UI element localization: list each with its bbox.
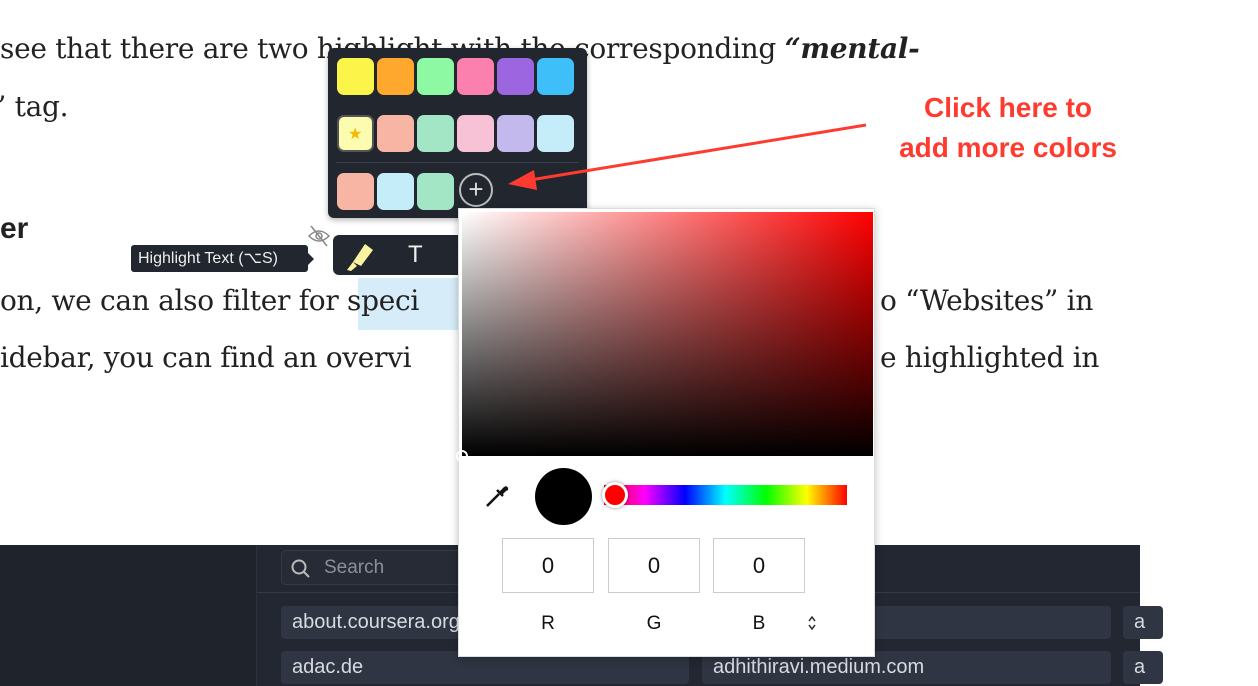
sidebar: [0, 545, 257, 686]
color-swatch[interactable]: [537, 58, 574, 95]
red-input[interactable]: 0: [502, 538, 594, 593]
search-input[interactable]: Search: [281, 550, 481, 585]
article-line-3a: on, we can also filter for speci: [0, 284, 419, 317]
article-line-4b: e highlighted in: [880, 341, 1100, 374]
color-swatch[interactable]: [457, 58, 494, 95]
article-line-4a: idebar, you can find an overvi: [0, 341, 412, 374]
color-swatch[interactable]: [377, 58, 414, 95]
hue-slider[interactable]: [604, 485, 847, 505]
text-tool-button[interactable]: T: [408, 241, 423, 269]
eye-slash-icon[interactable]: [306, 223, 332, 249]
highlighter-icon[interactable]: [343, 240, 377, 272]
annotation-callout: Click here to add more colors: [860, 88, 1156, 168]
green-input[interactable]: 0: [608, 538, 700, 593]
up-down-chevron-icon[interactable]: [807, 614, 817, 632]
color-swatch[interactable]: [457, 115, 494, 152]
section-heading: er: [0, 212, 29, 245]
current-color-preview: [535, 468, 592, 525]
color-palette: ★ +: [328, 48, 587, 218]
red-label: R: [541, 613, 555, 634]
website-chip[interactable]: a: [1123, 606, 1163, 639]
star-icon: ★: [348, 126, 363, 143]
tag-text: “mental-: [784, 32, 920, 65]
color-picker: 0 0 0 R G B: [456, 208, 875, 657]
blue-label: B: [752, 613, 766, 634]
divider: [336, 162, 579, 163]
article-line-3b: o “Websites” in: [880, 284, 1094, 317]
color-swatch[interactable]: [417, 173, 454, 210]
blue-input[interactable]: 0: [713, 538, 805, 593]
green-label: G: [646, 613, 662, 634]
website-chip[interactable]: a: [1123, 651, 1163, 684]
annotation-line: Click here to: [923, 92, 1093, 123]
color-cursor[interactable]: [456, 450, 468, 462]
search-placeholder: Search: [324, 557, 385, 578]
article-line-2: ” tag.: [0, 90, 69, 123]
highlight-toolbar: T: [333, 235, 473, 275]
add-color-button[interactable]: +: [459, 173, 493, 207]
color-swatch[interactable]: [337, 173, 374, 210]
search-icon: [291, 559, 310, 578]
color-swatch[interactable]: [497, 115, 534, 152]
saturation-value-area[interactable]: [462, 212, 873, 456]
color-swatch[interactable]: [417, 58, 454, 95]
color-swatch[interactable]: [497, 58, 534, 95]
color-swatch[interactable]: [337, 58, 374, 95]
color-swatch[interactable]: [377, 115, 414, 152]
color-swatch[interactable]: [417, 115, 454, 152]
hue-slider-handle[interactable]: [602, 482, 628, 508]
color-swatch[interactable]: ★: [337, 115, 374, 152]
annotation-line: add more colors: [899, 132, 1117, 163]
tooltip: Highlight Text (⌥S): [131, 245, 314, 272]
color-swatch[interactable]: [537, 115, 574, 152]
eyedropper-icon[interactable]: [483, 482, 511, 510]
color-swatch[interactable]: [377, 173, 414, 210]
